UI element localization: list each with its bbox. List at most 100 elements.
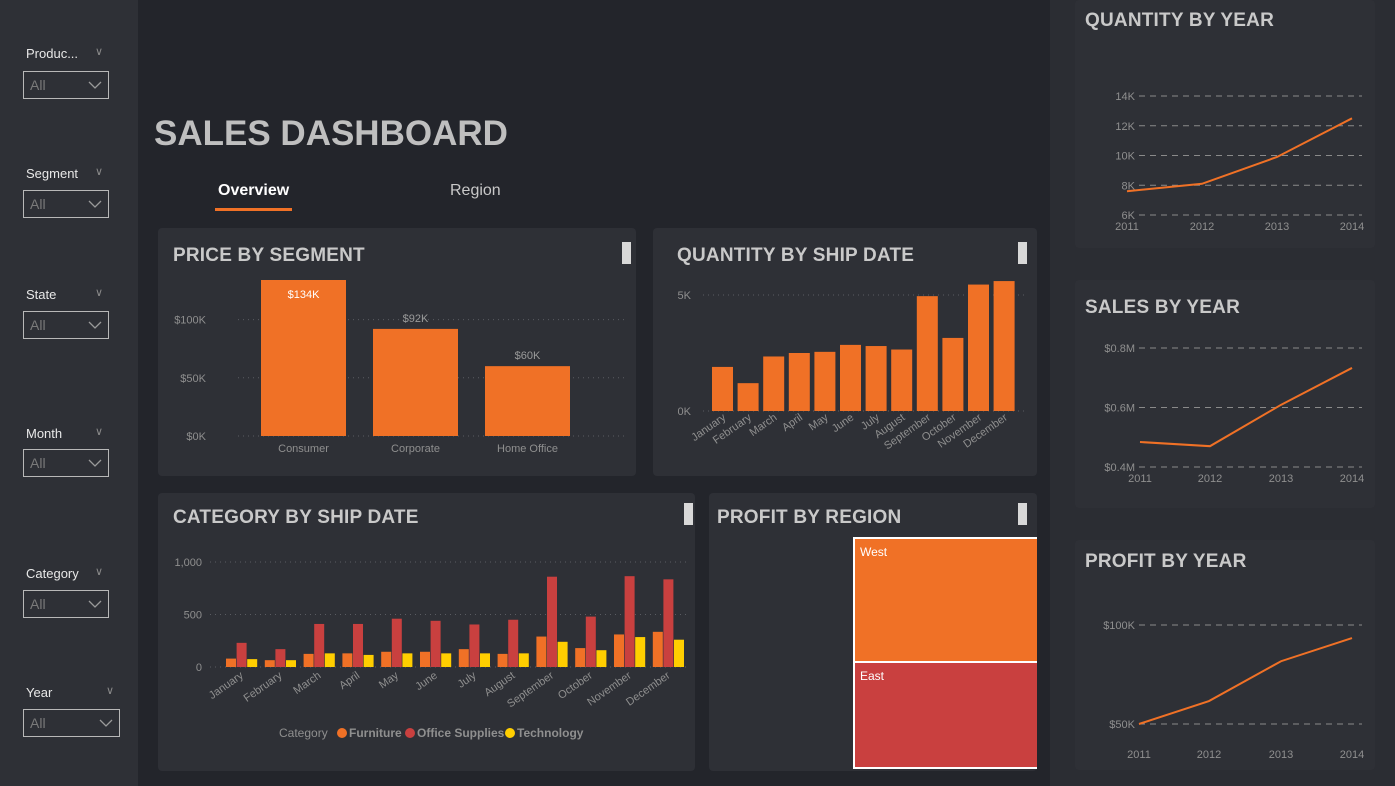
bar <box>303 653 314 667</box>
bar <box>916 296 938 411</box>
x-tick-label: 2014 <box>1340 473 1364 485</box>
data-label: $134K <box>288 289 320 301</box>
bar <box>575 648 586 667</box>
y-tick-label: 12K <box>1115 121 1135 133</box>
profit-by-year-card: PROFIT BY YEAR $50K $100K 2011 2012 2013 2014 <box>1075 540 1375 770</box>
filter-value: All <box>30 317 46 333</box>
x-tick-label: 2011 <box>1127 749 1151 761</box>
bar <box>264 660 275 667</box>
x-tick-label: Corporate <box>391 443 440 455</box>
y-tick-label: 5K <box>678 290 692 302</box>
data-label: $92K <box>403 313 429 325</box>
legend-title: Category <box>279 726 328 740</box>
bar <box>536 636 547 667</box>
category-by-ship-date-card: CATEGORY BY SHIP DATE 0 500 1,000 January Fe… <box>158 493 695 771</box>
chevron-down-icon <box>88 200 102 208</box>
chevron-down-icon[interactable]: ∨ <box>95 425 103 438</box>
chevron-down-icon <box>88 600 102 608</box>
chevron-down-icon[interactable]: ∨ <box>95 165 103 178</box>
x-tick-label: 2012 <box>1190 221 1214 233</box>
filter-dropdown[interactable]: All <box>23 590 109 618</box>
x-tick-label: 2014 <box>1340 221 1364 233</box>
x-tick-label: February <box>242 669 285 704</box>
bar <box>314 623 325 667</box>
filter-value: All <box>30 596 46 612</box>
chevron-down-icon[interactable]: ∨ <box>95 565 103 578</box>
x-tick-label: 2011 <box>1115 221 1139 233</box>
legend-marker <box>505 728 515 738</box>
filter-dropdown[interactable]: All <box>23 190 109 218</box>
x-tick-label: January <box>207 669 246 702</box>
x-tick-label: 2011 <box>1128 473 1152 485</box>
bar <box>508 619 519 667</box>
x-tick-label: 2014 <box>1340 749 1364 761</box>
bar <box>469 624 480 667</box>
bar <box>763 356 785 411</box>
x-tick-label: 2013 <box>1265 221 1289 233</box>
quantity-by-year-card: QUANTITY BY YEAR 6K 8K 10K 12K 14K 2011 2012 20… <box>1075 0 1375 248</box>
bar <box>261 280 346 436</box>
filter-dropdown[interactable]: All <box>23 311 109 339</box>
sales-by-year-chart: $0.4M$0.6M$0.8M2011 2012 2013 2014 <box>1104 343 1364 485</box>
bar <box>485 366 570 436</box>
x-tick-label: March <box>748 412 780 439</box>
profit-by-year-chart: $50K $100K 2011 2012 2013 2014 <box>1103 620 1364 761</box>
bar <box>373 328 458 436</box>
bar <box>480 653 490 667</box>
bar <box>663 579 674 667</box>
tab-region[interactable]: Region <box>450 182 501 200</box>
bar <box>391 618 402 667</box>
bar <box>942 337 964 411</box>
x-tick-label: May <box>807 411 831 433</box>
y-tick-label: 0K <box>678 406 692 418</box>
y-tick-label: $50K <box>1109 719 1135 731</box>
bar <box>226 658 236 667</box>
tab-overview[interactable]: Overview <box>218 182 289 200</box>
filter-dropdown[interactable]: All <box>23 709 120 737</box>
x-tick-label: 2013 <box>1269 749 1293 761</box>
page-title: SALES DASHBOARD <box>154 114 508 153</box>
bar <box>324 653 335 667</box>
filter-label: Segment <box>26 166 79 181</box>
main-canvas: SALES DASHBOARD Overview Region PRICE BY… <box>138 0 1050 786</box>
bar <box>652 631 663 667</box>
x-tick-label: Home Office <box>497 443 558 455</box>
chevron-down-icon <box>88 81 102 89</box>
chevron-down-icon[interactable]: ∨ <box>106 684 114 697</box>
bar <box>557 641 568 667</box>
x-tick-label: April <box>780 412 805 434</box>
bar <box>840 344 861 411</box>
bar <box>993 281 1015 411</box>
x-tick-label: Consumer <box>278 443 329 455</box>
bar <box>402 653 413 667</box>
tab-active-underline <box>215 208 292 211</box>
x-tick-label: April <box>337 670 362 692</box>
bar <box>788 353 810 411</box>
chevron-down-icon[interactable]: ∨ <box>95 286 103 299</box>
bar <box>891 349 913 411</box>
bar <box>614 634 624 667</box>
bar <box>353 623 363 667</box>
x-tick-label: 2013 <box>1269 473 1293 485</box>
bar <box>286 660 296 667</box>
chevron-down-icon[interactable]: ∨ <box>95 45 103 58</box>
quantity-by-year-chart: 6K8K10K12K14K2011 2012 2013 2014 <box>1115 91 1364 233</box>
x-tick-label: June <box>830 412 856 436</box>
x-tick-label: May <box>377 669 401 691</box>
filter-value: All <box>30 77 46 93</box>
legend-label: Office Supplies <box>417 726 505 740</box>
filter-dropdown[interactable]: All <box>23 449 109 477</box>
x-tick-label: March <box>291 670 323 697</box>
bar <box>596 650 607 667</box>
bar <box>497 653 508 667</box>
bar <box>814 351 836 411</box>
legend-label: Technology <box>517 726 584 740</box>
right-pane: QUANTITY BY YEAR 6K 8K 10K 12K 14K 2011 2012 20… <box>1050 0 1395 786</box>
filter-label: State <box>26 287 57 302</box>
filter-value: All <box>30 715 46 731</box>
filter-dropdown[interactable]: All <box>23 71 109 99</box>
bar <box>420 651 430 667</box>
filter-label: Year <box>26 685 53 700</box>
y-tick-label: 1,000 <box>174 557 202 569</box>
series-line <box>1126 117 1353 193</box>
